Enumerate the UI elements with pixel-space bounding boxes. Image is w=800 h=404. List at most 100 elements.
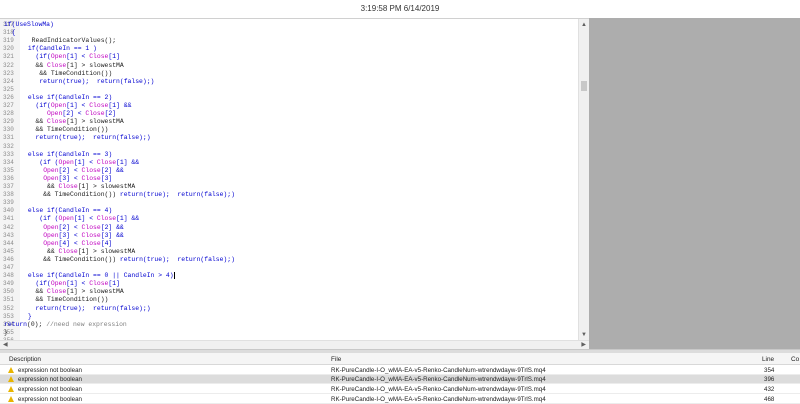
column-line[interactable]: Line xyxy=(762,356,774,363)
error-file: RK-PureCandle-I-O_wMA-EA-v5-Renko-Candle… xyxy=(331,395,546,403)
code-token: [4] xyxy=(100,239,113,247)
error-row[interactable]: expression not boolean RK-PureCandle-I-O_… xyxy=(0,374,800,385)
code-token: && xyxy=(24,288,48,296)
code-token: (if( xyxy=(24,53,51,61)
code-token: && xyxy=(24,247,59,255)
code-token: (0); xyxy=(27,320,47,328)
error-file: RK-PureCandle-I-O_wMA-EA-v5-Renko-Candle… xyxy=(331,376,546,384)
code-token: && TimeCondition()) xyxy=(24,126,109,134)
code-token: Close xyxy=(81,166,101,174)
errors-panel: Description File Line Co expression not … xyxy=(0,353,800,404)
code-token: } xyxy=(24,312,32,320)
code-token: Close xyxy=(81,174,101,182)
code-token: Close xyxy=(81,223,101,231)
code-token: Close xyxy=(81,231,101,239)
code-token: Close xyxy=(96,158,117,166)
error-row[interactable]: expression not boolean RK-PureCandle-I-O_… xyxy=(0,365,800,375)
code-token: Close xyxy=(47,288,67,296)
errors-header: Description File Line Co xyxy=(0,353,800,365)
code-token: Close xyxy=(47,61,67,69)
code-token: [1] xyxy=(108,53,120,61)
code-token: [2] < xyxy=(58,166,82,174)
code-token: [3] < xyxy=(58,174,82,182)
error-row[interactable]: expression not boolean RK-PureCandle-I-O_… xyxy=(0,384,800,394)
code-token: else if(CandleIn == 0 || CandleIn > 4) xyxy=(24,272,174,280)
code-token: && TimeCondition()) xyxy=(24,296,109,304)
error-description: expression not boolean xyxy=(18,366,82,374)
code-token: [2] && xyxy=(100,223,124,231)
code-token: [2] && xyxy=(100,166,124,174)
code-token: [1] > slowestMA xyxy=(66,61,124,69)
code-token: Close xyxy=(85,110,105,118)
code-token: Close xyxy=(89,280,109,288)
code-token: (if( xyxy=(24,280,51,288)
clock-label: 3:19:58 PM 6/14/2019 xyxy=(360,4,440,13)
code-token: [2] < xyxy=(62,110,86,118)
code-token: [1] < xyxy=(66,53,90,61)
warning-icon xyxy=(8,366,14,373)
code-token: (if ( xyxy=(24,158,59,166)
code-editor[interactable]: 317 if(UseSlowMa) 318 {319 ReadIndicatorVa… xyxy=(0,18,589,344)
code-token: [1] < xyxy=(73,215,97,223)
code-token: [1] && xyxy=(116,158,140,166)
code-token: if(CandleIn == 1 ) xyxy=(24,45,97,53)
code-token: return(true); return(false);) xyxy=(119,255,235,263)
code-token: Open xyxy=(58,158,74,166)
code-token: && TimeCondition()) xyxy=(24,191,120,199)
error-description: expression not boolean xyxy=(18,376,82,384)
code-token: ReadIndicatorValues(); xyxy=(24,37,117,45)
code-token: //need new expression xyxy=(46,320,127,328)
error-description: expression not boolean xyxy=(18,385,82,393)
vertical-scrollbar[interactable]: ▲ ▼ xyxy=(578,19,589,341)
horizontal-scrollbar[interactable]: ◀ ▶ xyxy=(0,340,589,349)
code-token: && TimeCondition()) xyxy=(24,69,113,77)
code-token: Open xyxy=(47,110,63,118)
code-token: [1] < xyxy=(66,102,90,109)
workspace-background xyxy=(589,18,800,349)
code-token: Close xyxy=(96,215,117,223)
code-token: return xyxy=(4,320,28,328)
code-token: (if( xyxy=(24,102,51,109)
title-bar: 3:19:58 PM 6/14/2019 xyxy=(0,0,800,18)
code-token: return(true); return(false);) xyxy=(24,77,155,85)
code-token: Open xyxy=(43,231,59,239)
code-token: Open xyxy=(43,223,59,231)
code-token: if(UseSlowMa) xyxy=(4,21,54,28)
code-token: [1] > slowestMA xyxy=(77,183,136,190)
error-line: 432 xyxy=(764,385,775,393)
code-token: } xyxy=(4,328,8,336)
scroll-up-icon[interactable]: ▲ xyxy=(581,22,587,28)
code-token: [1] xyxy=(108,280,120,288)
code-token: Close xyxy=(89,53,109,61)
code-token: Close xyxy=(58,183,78,190)
scroll-down-icon[interactable]: ▼ xyxy=(581,332,587,338)
scroll-left-icon[interactable]: ◀ xyxy=(3,341,8,348)
error-description: expression not boolean xyxy=(18,395,82,403)
code-token: Close xyxy=(89,102,109,109)
column-column[interactable]: Co xyxy=(791,356,799,363)
code-token: Open xyxy=(50,280,67,288)
code-token: Open xyxy=(43,239,59,247)
code-token: && xyxy=(24,61,48,69)
code-token: Open xyxy=(43,166,59,174)
scroll-right-icon[interactable]: ▶ xyxy=(581,341,586,348)
code-token: [1] && xyxy=(108,102,132,109)
scroll-thumb[interactable] xyxy=(581,81,587,91)
code-token: Open xyxy=(50,53,67,61)
code-token: Open xyxy=(43,174,59,182)
error-row[interactable]: expression not boolean RK-PureCandle-I-O_… xyxy=(0,394,800,404)
code-token: [3] xyxy=(100,174,113,182)
column-description[interactable]: Description xyxy=(9,356,41,363)
column-file[interactable]: File xyxy=(331,356,341,363)
code-token: return(true); return(false);) xyxy=(24,304,151,312)
code-token: Close xyxy=(81,239,101,247)
error-line: 396 xyxy=(764,376,775,384)
code-token: [1] && xyxy=(116,215,140,223)
code-token: [2] xyxy=(104,110,117,118)
